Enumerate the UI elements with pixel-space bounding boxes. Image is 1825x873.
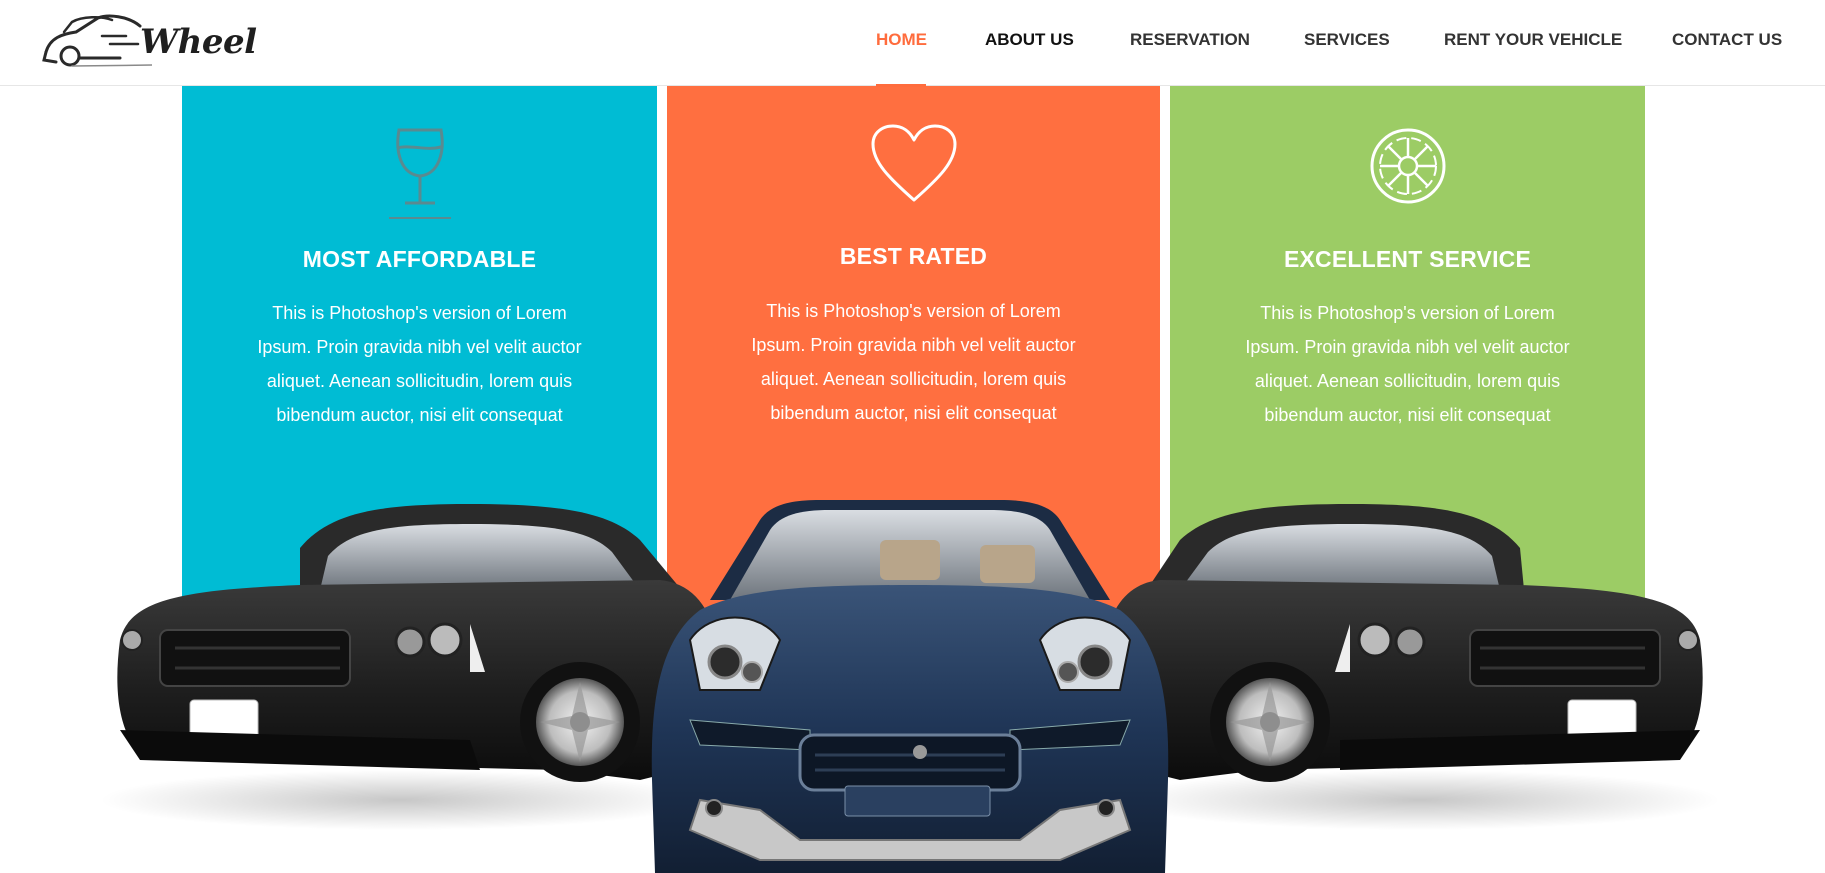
feature-description-line: This is Photoshop's version of Lorem [272, 303, 567, 323]
brand-logo[interactable]: Wheel [42, 14, 257, 70]
feature-description-line: aliquet. Aenean sollicitudin, lorem quis [760, 369, 1067, 389]
feature-title: EXCELLENT SERVICE [1283, 246, 1532, 272]
wheel-icon [1370, 128, 1445, 204]
feature-card-best-rated: BEST RATED This is Photoshop's version o… [667, 86, 1160, 626]
wine-glass-icon [388, 128, 451, 219]
feature-description-line: Ipsum. Proin gravida nibh vel velit auct… [751, 335, 1076, 355]
nav-home[interactable]: HOME [876, 30, 927, 50]
heart-icon [871, 124, 956, 202]
feature-title: BEST RATED [839, 243, 988, 269]
feature-description: This is Photoshop's version of Lorem Ips… [1228, 296, 1588, 432]
nav-reservation[interactable]: RESERVATION [1130, 30, 1250, 50]
feature-description-line: bibendum auctor, nisi elit consequat [770, 403, 1057, 423]
feature-description: This is Photoshop's version of Lorem Ips… [240, 296, 600, 432]
car-outline-logo-icon [42, 14, 152, 67]
active-nav-indicator [876, 84, 926, 87]
nav-services[interactable]: SERVICES [1304, 30, 1390, 50]
feature-description-line: aliquet. Aenean sollicitudin, lorem quis [266, 371, 573, 391]
nav-contact-us[interactable]: CONTACT US [1672, 30, 1782, 50]
feature-card-most-affordable: MOST AFFORDABLE This is Photoshop's vers… [182, 86, 657, 600]
nav-about-us[interactable]: ABOUT US [985, 30, 1074, 50]
nav-rent-your-vehicle[interactable]: RENT YOUR VEHICLE [1444, 30, 1622, 50]
feature-description-line: bibendum auctor, nisi elit consequat [1264, 405, 1551, 425]
brand-name: Wheel [140, 22, 257, 62]
feature-description-line: This is Photoshop's version of Lorem [766, 301, 1061, 321]
feature-card-excellent-service: EXCELLENT SERVICE This is Photoshop's ve… [1170, 86, 1645, 600]
feature-description-line: aliquet. Aenean sollicitudin, lorem quis [1254, 371, 1561, 391]
feature-title: MOST AFFORDABLE [302, 246, 537, 272]
feature-description-line: Ipsum. Proin gravida nibh vel velit auct… [1245, 337, 1570, 357]
feature-description-line: bibendum auctor, nisi elit consequat [276, 405, 563, 425]
feature-description: This is Photoshop's version of Lorem Ips… [734, 294, 1094, 430]
feature-description-line: Ipsum. Proin gravida nibh vel velit auct… [257, 337, 582, 357]
feature-description-line: This is Photoshop's version of Lorem [1260, 303, 1555, 323]
site-header: Wheel HOME ABOUT US RESERVATION SERVICES… [0, 0, 1825, 87]
